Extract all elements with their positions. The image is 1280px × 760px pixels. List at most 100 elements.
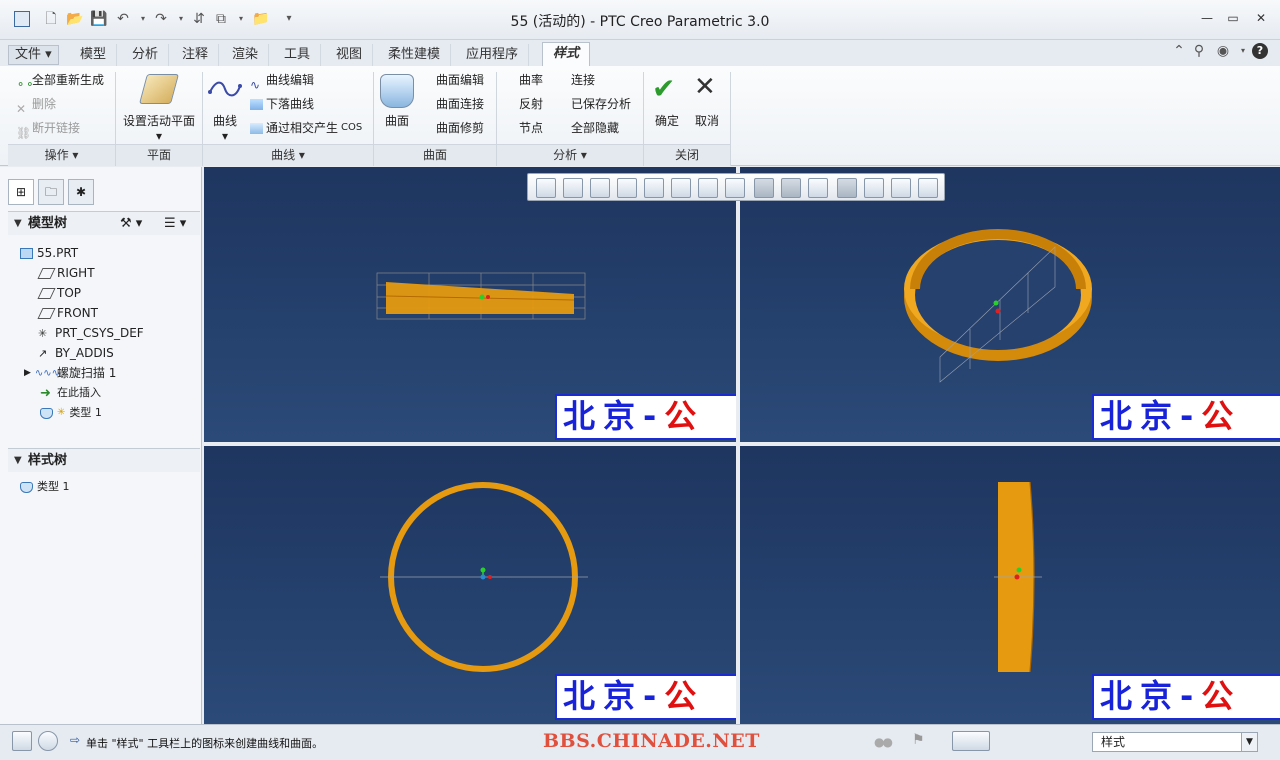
delete-button[interactable]: ✕ 删除 xyxy=(16,94,56,116)
tab-flexible-modeling[interactable]: 柔性建模 xyxy=(378,44,452,66)
regenerate-all-button[interactable]: ⚬⚬ 全部重新生成 xyxy=(16,70,104,91)
ok-button[interactable]: 确定 xyxy=(648,112,686,129)
style-tree-header[interactable]: ▼ 样式树 xyxy=(8,448,200,472)
community-icon[interactable]: ◉ xyxy=(1214,42,1232,60)
style-plane-icon[interactable] xyxy=(918,178,938,198)
tab-render[interactable]: 渲染 xyxy=(222,44,270,66)
unlink-icon: ⛓ xyxy=(16,125,32,140)
curvature-button[interactable]: 曲率 xyxy=(503,70,543,90)
curve-edit-icon: ∿ xyxy=(250,77,261,92)
viewport-top-left[interactable]: 北京-公 xyxy=(204,167,736,442)
viewport-top-right[interactable]: 北京-公 xyxy=(740,167,1280,442)
surface-connect-button[interactable]: 曲面连接 xyxy=(420,94,484,114)
message-arrow-icon: ⇨ xyxy=(70,733,81,747)
datum-display-icon[interactable] xyxy=(725,178,745,198)
zoom-out-icon[interactable] xyxy=(590,178,610,198)
style-feature-icon xyxy=(40,407,53,419)
curve-edit-button[interactable]: ∿ 曲线编辑 xyxy=(250,70,314,92)
tab-annotate[interactable]: 注释 xyxy=(172,44,220,66)
tree-settings-icon[interactable]: ⚒ ▾ xyxy=(120,212,142,236)
surface-edit-button[interactable]: 曲面编辑 xyxy=(420,70,484,90)
cancel-x-icon[interactable]: ✕ xyxy=(694,72,716,102)
saved-orientations-icon[interactable] xyxy=(671,178,691,198)
tree-item-datum-plane[interactable]: TOP xyxy=(37,284,81,302)
tree-item-insert-here[interactable]: ➜ 在此插入 xyxy=(40,384,101,402)
tree-filter-icon[interactable]: ☰ ▾ xyxy=(164,212,186,236)
search-icon[interactable]: ⚲ xyxy=(1190,42,1208,60)
checkmark-icon[interactable]: ✔ xyxy=(652,72,675,105)
annotation-display-icon[interactable] xyxy=(781,178,801,198)
tab-tools[interactable]: 工具 xyxy=(274,44,322,66)
tree-item-helical-sweep[interactable]: ▶ ∿∿∿ 螺旋扫描 1 xyxy=(24,364,116,382)
watermark-banner: 北京-公 xyxy=(1092,674,1280,720)
selection-filter-select[interactable]: 样式 ▼ xyxy=(1092,732,1258,752)
tree-item-datum-plane[interactable]: RIGHT xyxy=(37,264,95,282)
view-manager-icon[interactable] xyxy=(698,178,718,198)
datum-plane-icon xyxy=(37,267,56,279)
tree-item-datum-plane[interactable]: FRONT xyxy=(37,304,98,322)
reflect-button[interactable]: 反射 xyxy=(503,94,543,114)
hide-all-button[interactable]: 全部隐藏 xyxy=(555,118,619,138)
minimize-icon[interactable]: — xyxy=(1198,10,1216,26)
viewport-bottom-right[interactable]: 北京-公 xyxy=(740,446,1280,724)
flag-icon[interactable]: ⚑ xyxy=(912,732,925,748)
curve-icon[interactable] xyxy=(208,78,242,100)
help-icon[interactable]: ? xyxy=(1252,43,1268,59)
collapse-triangle-icon[interactable]: ▼ xyxy=(14,212,22,236)
community-dropdown-icon[interactable]: ▾ xyxy=(1234,42,1252,60)
node-icon xyxy=(503,123,516,134)
repaint-icon[interactable] xyxy=(617,178,637,198)
model-front-view xyxy=(994,481,1042,673)
viewport-bottom-left[interactable]: 北京-公 xyxy=(204,446,736,724)
saved-analysis-button[interactable]: 已保存分析 xyxy=(555,94,631,114)
set-active-plane-button[interactable]: 设置活动平面 ▾ xyxy=(120,112,198,143)
maximize-icon[interactable]: ▭ xyxy=(1224,10,1242,26)
find-icon[interactable] xyxy=(952,731,990,751)
disconnect-link-button[interactable]: ⛓ 断开链接 xyxy=(16,118,80,140)
refit-icon[interactable] xyxy=(536,178,556,198)
tab-favorites[interactable]: ✱ xyxy=(68,179,94,205)
surface-icon[interactable] xyxy=(380,74,414,108)
connect-analysis-button[interactable]: 连接 xyxy=(555,70,595,90)
tab-view[interactable]: 视图 xyxy=(326,44,374,66)
curve-button[interactable]: 曲线 ▾ xyxy=(208,112,242,143)
browser-toggle-icon[interactable] xyxy=(38,731,58,751)
cos-from-intersect-button[interactable]: 通过相交产生 COS xyxy=(250,118,362,138)
close-icon[interactable]: ✕ xyxy=(1252,10,1270,26)
tree-item-part[interactable]: 55.PRT xyxy=(20,244,78,262)
surface-trim-button[interactable]: 曲面修剪 xyxy=(420,118,484,138)
spin-center-icon[interactable] xyxy=(754,178,774,198)
tab-file[interactable]: 文件 ▾ xyxy=(8,45,59,65)
curvature-icon xyxy=(503,75,516,86)
active-view-icon[interactable] xyxy=(864,178,884,198)
expand-triangle-icon[interactable]: ▶ xyxy=(24,364,31,382)
collapse-ribbon-icon[interactable]: ⌃ xyxy=(1170,42,1188,60)
cancel-button[interactable]: 取消 xyxy=(690,112,724,129)
display-style-icon[interactable] xyxy=(644,178,664,198)
model-tree-header[interactable]: ▼ 模型树 ⚒ ▾ ☰ ▾ xyxy=(8,211,200,235)
connect-icon xyxy=(555,75,568,86)
four-view-icon[interactable] xyxy=(837,178,857,198)
perspective-icon[interactable] xyxy=(808,178,828,198)
style-tree-item[interactable]: 类型 1 xyxy=(20,478,70,496)
group-label-analysis[interactable]: 分析 ▾ xyxy=(497,144,643,166)
navigator-toggle-icon[interactable] xyxy=(12,731,32,751)
group-label-curve[interactable]: 曲线 ▾ xyxy=(203,144,373,166)
grid-display-icon[interactable] xyxy=(891,178,911,198)
tab-folder-browser[interactable]: 🗀 xyxy=(38,179,64,205)
zoom-in-icon[interactable] xyxy=(563,178,583,198)
surface-button[interactable]: 曲面 xyxy=(380,112,414,129)
tab-model-tree[interactable]: ⊞ xyxy=(8,179,34,205)
tree-item-csys[interactable]: ✳ PRT_CSYS_DEF xyxy=(38,324,144,342)
node-button[interactable]: 节点 xyxy=(503,118,543,138)
folder-icon: 🗀 xyxy=(44,185,57,199)
tree-item-style-feature[interactable]: ✳ 类型 1 xyxy=(40,404,102,422)
collapse-triangle-icon[interactable]: ▼ xyxy=(14,449,22,473)
tree-item-layer[interactable]: ↗ BY_ADDIS xyxy=(38,344,114,362)
group-label-operations[interactable]: 操作 ▾ xyxy=(8,144,115,166)
tab-model[interactable]: 模型 xyxy=(70,44,118,66)
tab-applications[interactable]: 应用程序 xyxy=(456,44,530,66)
tab-analysis[interactable]: 分析 xyxy=(122,44,170,66)
drop-curve-button[interactable]: 下落曲线 xyxy=(250,94,314,114)
tab-style[interactable]: 样式 xyxy=(542,42,591,67)
